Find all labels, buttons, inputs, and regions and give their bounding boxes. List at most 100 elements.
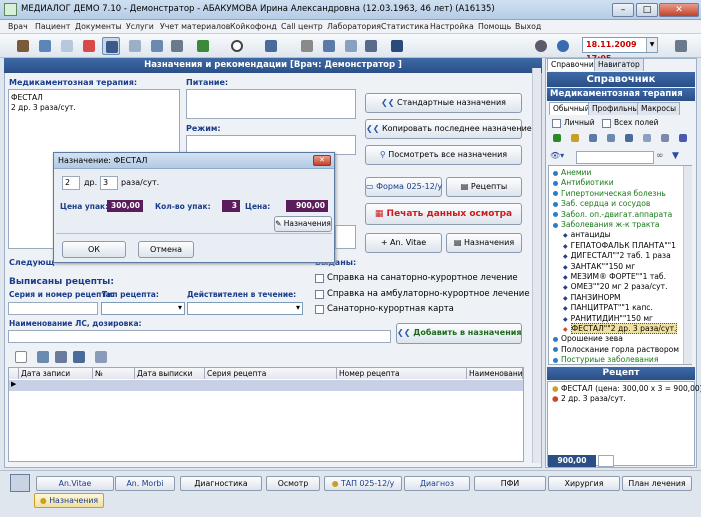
search-patient-icon[interactable] (36, 37, 54, 55)
tree-item[interactable]: ◆ ГЕПАТОФАЛЬК ПЛАНТА""1 (563, 241, 676, 250)
tab-pfi[interactable]: ПФИ (474, 476, 546, 491)
recipes-button[interactable]: ▤ Рецепты (446, 177, 522, 197)
page-icon[interactable] (586, 131, 600, 145)
funnel-icon[interactable]: ▼ (672, 151, 684, 164)
copy-icon[interactable] (320, 37, 338, 55)
tree-item[interactable]: ◆ ФЕСТАЛ""2 др. 3 раза/сут. (563, 323, 678, 334)
view-all-button[interactable]: ⚲ Посмотреть все назначения (365, 145, 522, 165)
tree-item[interactable]: ◆ РАНИТИДИН""150 мг (563, 314, 653, 323)
times-input[interactable]: 3 (100, 176, 118, 190)
tree-item[interactable]: Заб. сердца и сосудов (553, 199, 650, 208)
tree-item[interactable]: Орошение зева (553, 334, 623, 343)
print-exam-button[interactable]: ▦ Печать данных осмотра (365, 203, 522, 225)
date-dropdown-button[interactable]: ▼ (646, 38, 657, 52)
clipboard-icon[interactable] (362, 37, 380, 55)
tab-surgery[interactable]: Хирургия (548, 476, 620, 491)
tab-navigator[interactable]: Навигатор (594, 58, 644, 71)
phone-icon[interactable] (672, 37, 690, 55)
tree-item[interactable]: ◆ ЗАНТАК""150 мг (563, 262, 635, 271)
tab-an-vitae[interactable]: An.Vitae (36, 476, 114, 491)
tab-diagnostics[interactable]: Диагностика (180, 476, 262, 491)
copy-last-button[interactable]: ❮❮ Копировать последнее назначение (365, 119, 532, 139)
card-icon[interactable] (58, 37, 76, 55)
medical-record-icon[interactable] (80, 37, 98, 55)
menu-item-patient[interactable]: Пациент (35, 22, 70, 31)
refresh-icon[interactable] (554, 37, 572, 55)
trash-icon[interactable] (70, 348, 88, 366)
tree-item[interactable]: Гипертоническая болезнь (553, 189, 666, 198)
menu-item-exit[interactable]: Выход (515, 22, 541, 31)
tree-item[interactable]: Забол. оп.-двигат.аппарата (553, 210, 672, 219)
an-vitae-button[interactable]: + An. Vitae (365, 233, 442, 253)
form-025-button[interactable]: ▭ Форма 025-12/у (365, 177, 442, 197)
sanatorium-card-checkbox[interactable] (315, 305, 324, 314)
close-button[interactable]: ✕ (659, 3, 699, 17)
grid-icon[interactable] (640, 131, 654, 145)
tree-item[interactable]: Постуриые заболевания (553, 355, 658, 364)
recipes-grid[interactable]: Дата записи № Дата выписки Серия рецепта… (8, 367, 524, 462)
tree-item[interactable]: Анемии (553, 168, 591, 177)
user-icon[interactable] (532, 37, 550, 55)
m-icon[interactable] (676, 131, 690, 145)
maximize-button[interactable]: □ (636, 3, 658, 17)
col-drug-name[interactable]: Наименование Л (467, 368, 523, 379)
main-scrollbar[interactable] (532, 68, 541, 463)
delete-icon[interactable] (52, 348, 70, 366)
minimize-button[interactable]: – (612, 3, 634, 17)
tree-item[interactable]: ◆ ОМЕЗ""20 мг 2 раза/сут. (563, 282, 668, 291)
cut-icon[interactable] (298, 37, 316, 55)
food-textarea[interactable] (186, 89, 356, 119)
copy-small-icon[interactable] (658, 131, 672, 145)
leaf-icon[interactable] (550, 131, 564, 145)
add-to-assignments-button[interactable]: ❮❮ Добавить в назначения (396, 323, 522, 344)
tab-exam[interactable]: Осмотр (266, 476, 320, 491)
tree-item[interactable]: ◆ МЕЗИМ® ФОРТЕ""1 таб. (563, 272, 666, 281)
all-fields-checkbox[interactable] (602, 119, 611, 128)
menu-item-callcenter[interactable]: Call центр (281, 22, 323, 31)
menu-item-materials[interactable]: Учет материалов (160, 22, 230, 31)
extra-textarea[interactable] (335, 225, 356, 249)
tab-assignments[interactable]: ● Назначения (34, 493, 104, 508)
sanatorium-checkbox[interactable] (315, 274, 324, 283)
edit-icon[interactable] (92, 348, 110, 366)
template-icon[interactable] (34, 348, 52, 366)
tree-item[interactable]: ◆ ДИГЕСТАЛ""2 таб. 1 раза (563, 251, 671, 260)
patient-icon[interactable] (14, 37, 32, 55)
dialog-assignments-button[interactable]: ✎ Назначения (274, 216, 332, 232)
ambulatory-checkbox[interactable] (315, 290, 324, 299)
valid-period-select[interactable] (187, 302, 303, 315)
menu-item-doctor[interactable]: Врач (8, 22, 28, 31)
tab-an-morbi[interactable]: An. Morbi (115, 476, 175, 491)
list-icon[interactable] (604, 131, 618, 145)
transfer-icon[interactable] (194, 37, 212, 55)
personal-checkbox[interactable] (552, 119, 561, 128)
keyboard-icon[interactable] (10, 474, 30, 492)
subtab-macros[interactable]: Макросы (637, 102, 680, 115)
report-icon[interactable] (148, 37, 166, 55)
pill-icon[interactable] (568, 131, 582, 145)
menu-item-help[interactable]: Помощь (478, 22, 511, 31)
col-record-date[interactable]: Дата записи (19, 368, 93, 379)
tab-treatment-plan[interactable]: План лечения (622, 476, 692, 491)
tree-item[interactable]: Заболевания ж-к тракта (553, 220, 660, 229)
mail-icon[interactable] (126, 37, 144, 55)
menu-item-beds[interactable]: Койкофонд (230, 22, 277, 31)
drug-name-input[interactable] (8, 330, 391, 343)
subtab-normal[interactable]: Обычный (549, 102, 594, 115)
menu-item-stats[interactable]: Статистика (381, 22, 429, 31)
series-input[interactable] (8, 302, 98, 315)
binoculars-icon[interactable]: ∞ (656, 151, 668, 164)
clock-icon[interactable] (228, 37, 246, 55)
tree-item[interactable]: Антибиотики (553, 178, 614, 187)
assignments-button[interactable]: ▤ Назначения (446, 233, 522, 253)
col-recipe-number[interactable]: Номер рецепта (337, 368, 467, 379)
tree-item[interactable]: Полоскание горла раствором (553, 345, 679, 354)
tree-item[interactable]: ◆ ПАНЦИТРАТ""1 капс. (563, 303, 653, 312)
reference-tree[interactable]: Анемии Антибиотики Гипертоническая болезнь… (548, 165, 692, 365)
tab-diagnosis[interactable]: Диагноз (404, 476, 470, 491)
reference-search-input[interactable] (576, 151, 654, 164)
ok-button[interactable]: ОК (62, 241, 126, 258)
tree-item[interactable]: ◆ ПАНЗИНОРМ (563, 293, 621, 302)
col-issue-date[interactable]: Дата выписки (135, 368, 205, 379)
menu-item-settings[interactable]: Настройка (430, 22, 474, 31)
